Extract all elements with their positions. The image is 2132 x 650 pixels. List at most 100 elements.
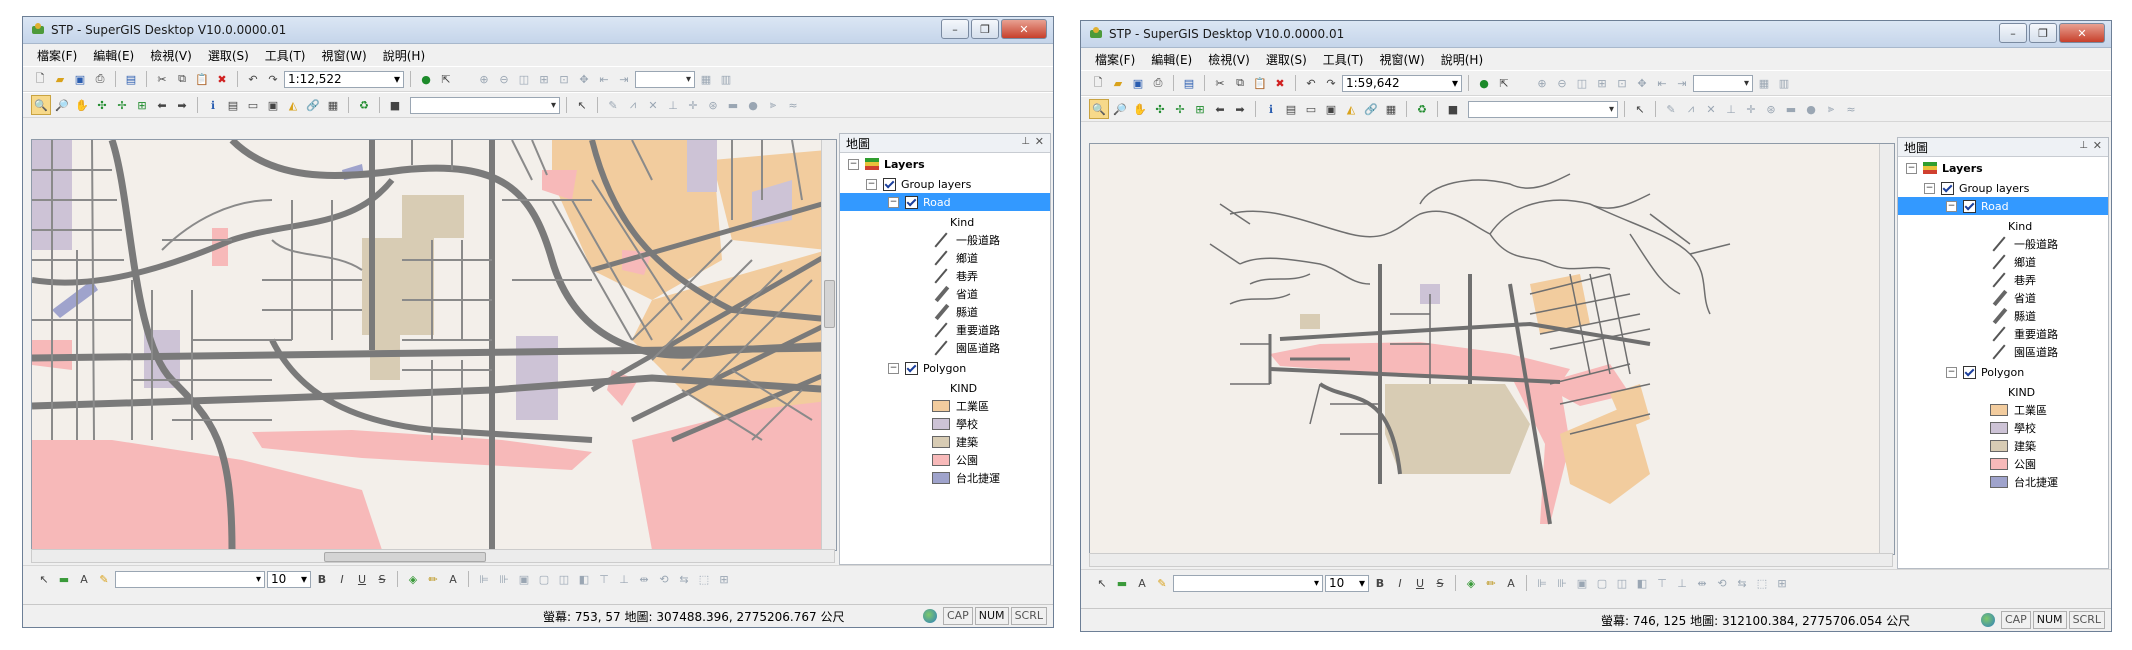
font-size-combo[interactable]: 10 ▾ — [267, 570, 311, 588]
tree-polygon-layer[interactable]: − Polygon — [1946, 363, 2024, 381]
print-icon[interactable]: ⎙ — [91, 70, 109, 88]
select-features-icon[interactable]: ◭ — [284, 96, 302, 114]
copy-icon[interactable]: ⧉ — [173, 70, 191, 88]
paste-icon[interactable]: 📋 — [193, 70, 211, 88]
edit-text-icon[interactable]: ✎ — [1153, 574, 1171, 592]
menu-file[interactable]: 檔案(F) — [37, 47, 77, 64]
collapse-icon[interactable]: − — [888, 196, 899, 208]
pan-icon[interactable]: ✋ — [1131, 100, 1149, 118]
edit-tool-icon[interactable]: ↖ — [573, 96, 591, 114]
tree-group-layers[interactable]: − Group layers — [1924, 179, 2029, 197]
print-icon[interactable]: ⎙ — [1149, 74, 1167, 92]
tree-group-layers[interactable]: − Group layers — [866, 175, 971, 193]
undo-icon[interactable]: ↶ — [1302, 74, 1320, 92]
strikethrough-icon[interactable]: S — [1431, 574, 1449, 592]
identify-icon[interactable]: ℹ — [1262, 100, 1280, 118]
back-icon[interactable]: ⬅ — [1211, 100, 1229, 118]
select-features-icon[interactable]: ◭ — [1342, 100, 1360, 118]
road-visible-checkbox[interactable] — [1963, 199, 1976, 213]
close-button[interactable]: ✕ — [1001, 19, 1047, 39]
scroll-thumb[interactable] — [324, 552, 486, 562]
measure-icon[interactable]: ▭ — [244, 96, 262, 114]
menu-edit[interactable]: 編輯(E) — [1151, 51, 1192, 68]
hyperlink-icon[interactable]: ▣ — [264, 96, 282, 114]
select-elements-icon[interactable]: ↖ — [1093, 574, 1111, 592]
attribute-table-icon[interactable]: ▦ — [324, 96, 342, 114]
road-visible-checkbox[interactable] — [905, 195, 918, 209]
cut-icon[interactable]: ✂ — [1211, 74, 1229, 92]
menu-window[interactable]: 視窗(W) — [322, 47, 367, 64]
target-layer-combo[interactable]: ▾ — [410, 96, 560, 114]
measure-icon[interactable]: ▭ — [1302, 100, 1320, 118]
collapse-icon[interactable]: − — [1946, 200, 1957, 212]
italic-icon[interactable]: I — [1391, 574, 1409, 592]
refresh-icon[interactable]: ♻ — [355, 96, 373, 114]
context-help-icon[interactable]: ⇱ — [437, 70, 455, 88]
tree-polygon-layer[interactable]: − Polygon — [888, 359, 966, 377]
full-extent-tool-icon[interactable]: ⊞ — [133, 96, 151, 114]
restore-button[interactable]: ❐ — [2029, 23, 2057, 43]
zoom-in-center-icon[interactable]: ✣ — [1151, 100, 1169, 118]
scroll-thumb[interactable] — [824, 280, 835, 328]
bold-icon[interactable]: B — [313, 570, 331, 588]
full-extent-tool-icon[interactable]: ⊞ — [1191, 100, 1209, 118]
edit-text-icon[interactable]: ✎ — [95, 570, 113, 588]
menu-tools[interactable]: 工具(T) — [265, 47, 306, 64]
find-icon[interactable]: ▤ — [1282, 100, 1300, 118]
close-icon[interactable]: ✕ — [1035, 135, 1044, 148]
menu-select[interactable]: 選取(S) — [208, 47, 249, 64]
tree-road-layer[interactable]: − Road — [1898, 197, 2108, 215]
select-elements-icon[interactable]: ↖ — [35, 570, 53, 588]
new-icon[interactable]: 🗋 — [1089, 74, 1107, 92]
identify-icon[interactable]: ℹ — [204, 96, 222, 114]
forward-icon[interactable]: ➡ — [173, 96, 191, 114]
save-icon[interactable]: ▣ — [1129, 74, 1147, 92]
font-color-icon[interactable]: A — [1502, 574, 1520, 592]
map-scale-combo[interactable]: 1:12,522 ▾ — [284, 70, 404, 88]
zoom-in-icon[interactable]: 🔍 — [31, 95, 51, 115]
context-help-icon[interactable]: ⇱ — [1495, 74, 1513, 92]
map-canvas[interactable] — [1090, 144, 1894, 554]
bold-icon[interactable]: B — [1371, 574, 1389, 592]
collapse-icon[interactable]: − — [1924, 182, 1935, 194]
hyperlink-icon[interactable]: ▣ — [1322, 100, 1340, 118]
italic-icon[interactable]: I — [333, 570, 351, 588]
minimize-button[interactable]: – — [941, 19, 969, 39]
text-icon[interactable]: A — [1133, 574, 1151, 592]
find-icon[interactable]: ▤ — [224, 96, 242, 114]
collapse-icon[interactable]: − — [1906, 162, 1917, 174]
close-button[interactable]: ✕ — [2059, 23, 2105, 43]
layout-icon[interactable]: ■ — [1444, 100, 1462, 118]
zoom-out-center-icon[interactable]: ✢ — [113, 96, 131, 114]
map-canvas[interactable] — [32, 140, 836, 550]
font-name-combo[interactable]: ▾ — [115, 570, 265, 588]
link-icon[interactable]: 🔗 — [304, 96, 322, 114]
underline-icon[interactable]: U — [1411, 574, 1429, 592]
target-layer-combo[interactable]: ▾ — [1468, 100, 1618, 118]
tree-root[interactable]: − Layers — [1906, 159, 1983, 177]
group-visible-checkbox[interactable] — [1941, 181, 1954, 195]
tree-root[interactable]: − Layers — [848, 155, 925, 173]
link-icon[interactable]: 🔗 — [1362, 100, 1380, 118]
help-icon[interactable]: ● — [417, 70, 435, 88]
group-visible-checkbox[interactable] — [883, 177, 896, 191]
menu-window[interactable]: 視窗(W) — [1380, 51, 1425, 68]
print-preview-icon[interactable]: ▤ — [122, 70, 140, 88]
collapse-icon[interactable]: − — [848, 158, 859, 170]
zoom-out-icon[interactable]: 🔎 — [53, 96, 71, 114]
fill-color-icon[interactable]: ◈ — [404, 570, 422, 588]
polygon-visible-checkbox[interactable] — [905, 361, 918, 375]
open-icon[interactable]: ▰ — [1109, 74, 1127, 92]
cut-icon[interactable]: ✂ — [153, 70, 171, 88]
line-color-icon[interactable]: ✏ — [1482, 574, 1500, 592]
text-icon[interactable]: A — [75, 570, 93, 588]
paste-icon[interactable]: 📋 — [1251, 74, 1269, 92]
pin-icon[interactable]: ⊥ — [2079, 140, 2088, 151]
tree-road-layer[interactable]: − Road — [840, 193, 1050, 211]
zoom-in-icon[interactable]: 🔍 — [1089, 99, 1109, 119]
redo-icon[interactable]: ↷ — [264, 70, 282, 88]
polygon-visible-checkbox[interactable] — [1963, 365, 1976, 379]
print-preview-icon[interactable]: ▤ — [1180, 74, 1198, 92]
font-size-combo[interactable]: 10 ▾ — [1325, 574, 1369, 592]
menu-select[interactable]: 選取(S) — [1266, 51, 1307, 68]
